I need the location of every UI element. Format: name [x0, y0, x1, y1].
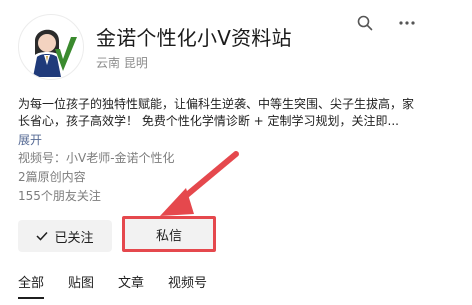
location-label: 云南 昆明 [96, 56, 148, 70]
avatar-illustration [33, 29, 77, 77]
avatar[interactable] [18, 14, 84, 80]
account-description: 为每一位孩子的独特性赋能，让偏科生逆袭、中等生突围、尖子生拔高，家长省心，孩子高… [18, 97, 415, 128]
search-icon[interactable] [356, 14, 374, 32]
more-icon[interactable] [398, 14, 416, 32]
followed-button[interactable]: 已关注 [18, 220, 112, 252]
friends-following[interactable]: 155个朋友关注 [18, 187, 101, 204]
content-tabs: 全部 贴图 文章 视频号 [18, 272, 207, 299]
channel-link[interactable]: 视频号：小V老师-金诺个性化 [18, 149, 175, 166]
tab-channels[interactable]: 视频号 [168, 272, 207, 299]
followed-label: 已关注 [54, 230, 94, 246]
message-button[interactable]: 私信 [122, 216, 216, 252]
account-title: 金诺个性化小V资料站 [96, 26, 292, 50]
tab-all[interactable]: 全部 [18, 272, 45, 299]
check-icon [36, 231, 49, 241]
tab-articles[interactable]: 文章 [118, 272, 144, 299]
expand-link[interactable]: 展开 [18, 131, 42, 148]
message-label: 私信 [155, 228, 182, 244]
original-posts-count: 2篇原创内容 [18, 170, 86, 184]
tab-images[interactable]: 贴图 [68, 272, 94, 299]
